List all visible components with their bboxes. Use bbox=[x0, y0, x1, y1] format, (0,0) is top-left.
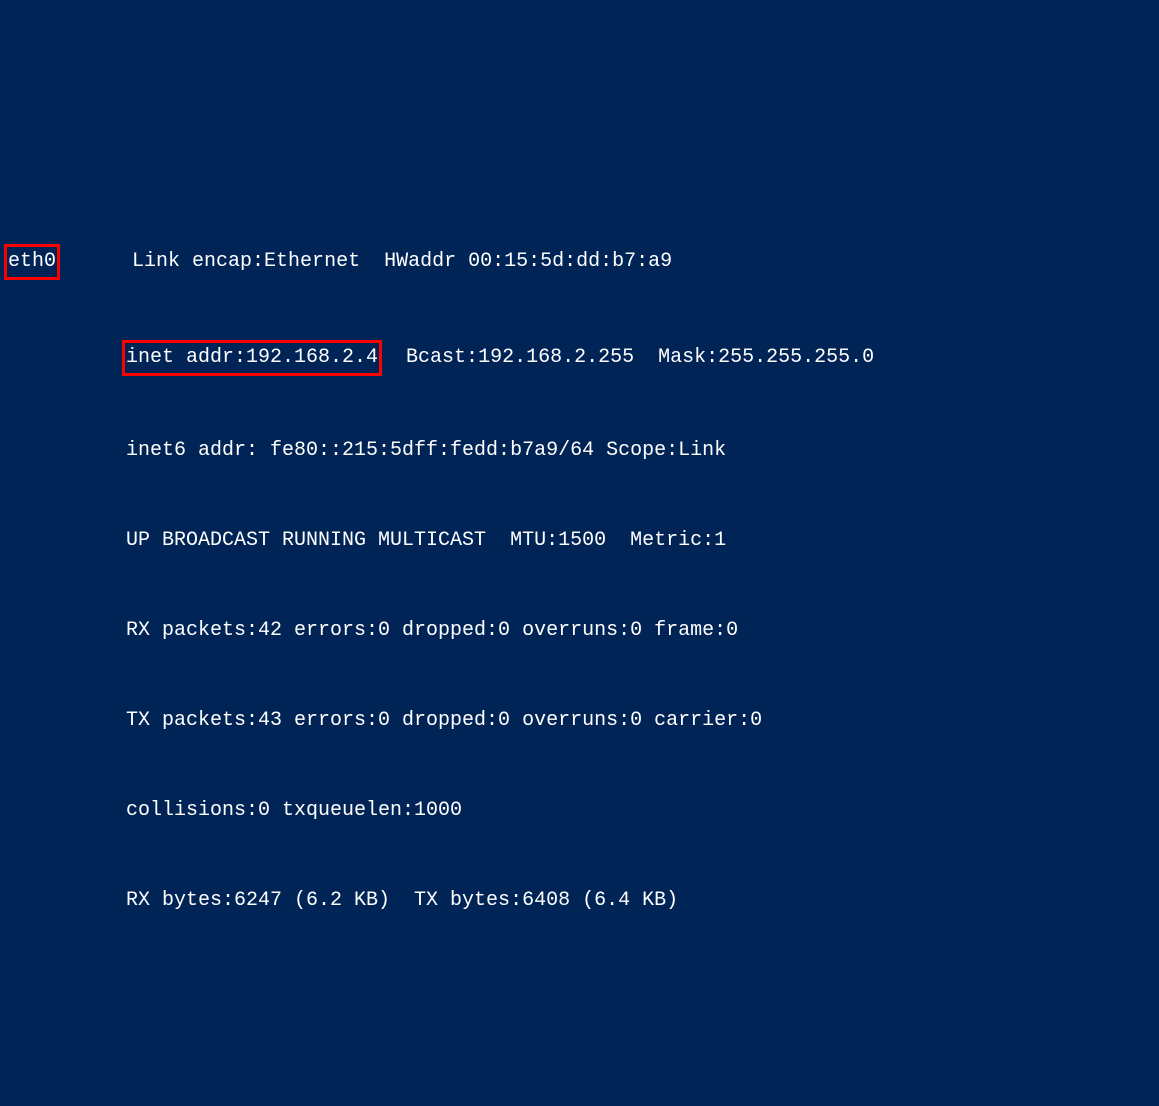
rx-packets: RX packets:42 errors:0 dropped:0 overrun… bbox=[126, 619, 738, 642]
iface-name: eth0 bbox=[8, 250, 56, 273]
interface-block-eth1: eth1 Link encap:Ethernet HWaddr 00:15:5d… bbox=[0, 1084, 1159, 1106]
tx-packets-line: TX packets:43 errors:0 dropped:0 overrun… bbox=[0, 706, 1159, 736]
collisions: collisions:0 txqueuelen:1000 bbox=[126, 799, 462, 822]
flags-line: UP BROADCAST RUNNING MULTICAST MTU:1500 … bbox=[0, 526, 1159, 556]
collisions-line: collisions:0 txqueuelen:1000 bbox=[0, 796, 1159, 826]
iface-header-line: eth0 Link encap:Ethernet HWaddr 00:15:5d… bbox=[0, 244, 1159, 280]
interface-block-eth0: eth0 Link encap:Ethernet HWaddr 00:15:5d… bbox=[0, 184, 1159, 976]
terminal-output: eth0 Link encap:Ethernet HWaddr 00:15:5d… bbox=[0, 124, 1159, 677]
inet-addr-highlight: inet addr:192.168.2.4 bbox=[122, 340, 382, 376]
bytes-line: RX bytes:6247 (6.2 KB) TX bytes:6408 (6.… bbox=[0, 886, 1159, 916]
inet6-addr: inet6 addr: fe80::215:5dff:fedd:b7a9/64 … bbox=[126, 439, 726, 462]
flags: UP BROADCAST RUNNING MULTICAST MTU:1500 … bbox=[126, 529, 726, 552]
tx-packets: TX packets:43 errors:0 dropped:0 overrun… bbox=[126, 709, 762, 732]
rx-packets-line: RX packets:42 errors:0 dropped:0 overrun… bbox=[0, 616, 1159, 646]
inet6-line: inet6 addr: fe80::215:5dff:fedd:b7a9/64 … bbox=[0, 436, 1159, 466]
iface-name-highlight: eth0 bbox=[4, 244, 60, 280]
inet-rest: Bcast:192.168.2.255 Mask:255.255.255.0 bbox=[382, 346, 874, 369]
inet-addr: inet addr:192.168.2.4 bbox=[126, 346, 378, 369]
bytes: RX bytes:6247 (6.2 KB) TX bytes:6408 (6.… bbox=[126, 889, 678, 912]
inet-addr-line: inet addr:192.168.2.4 Bcast:192.168.2.25… bbox=[0, 340, 1159, 376]
link-encap-line: Link encap:Ethernet HWaddr 00:15:5d:dd:b… bbox=[132, 250, 672, 273]
